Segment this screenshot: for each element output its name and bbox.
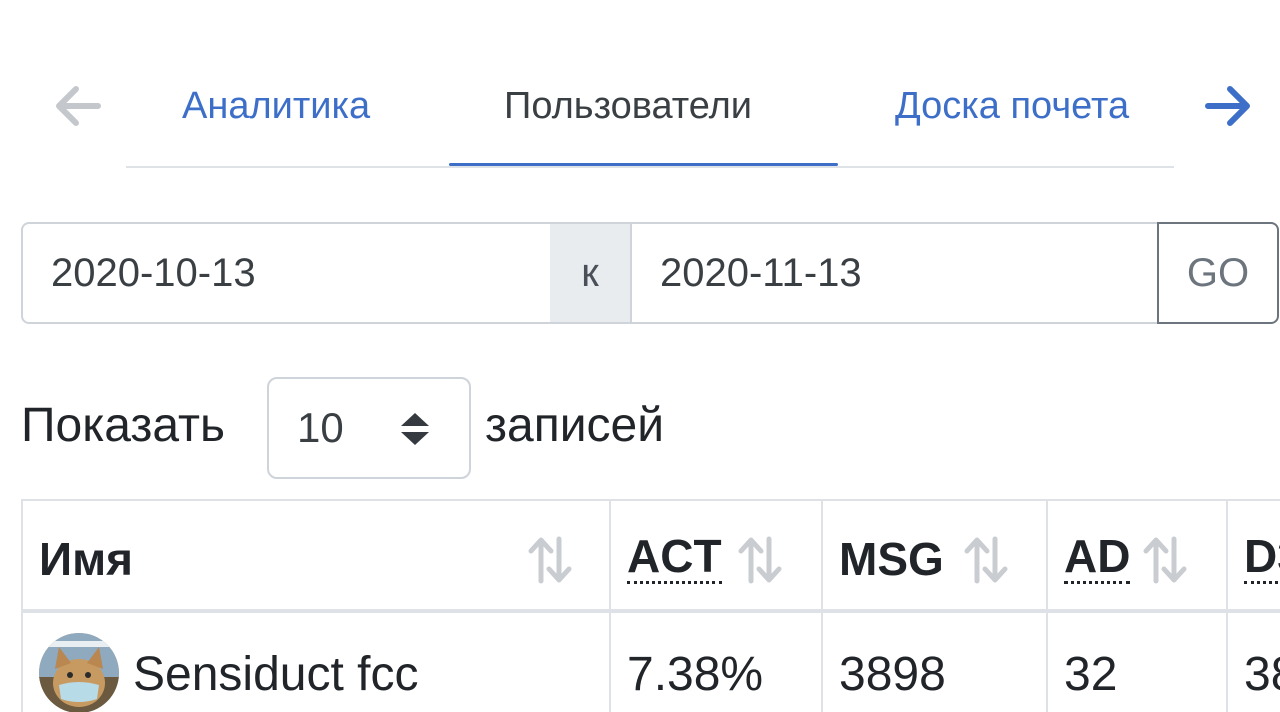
column-header-d3[interactable]: D3 [1226, 499, 1280, 613]
date-range-form: 2020-10-13 к 2020-11-13 GO [21, 222, 1279, 324]
user-name[interactable]: Sensiduct fcc [133, 647, 418, 703]
arrow-right-icon [1205, 86, 1250, 126]
tab-leaderboard[interactable]: Доска почета [895, 80, 1129, 132]
cell-d3: 38 [1226, 613, 1280, 712]
avatar [39, 633, 119, 712]
next-tab-button[interactable] [1202, 82, 1256, 130]
tabs-divider [126, 166, 1174, 168]
date-range-separator: к [550, 222, 630, 324]
select-caret-icon [401, 413, 429, 445]
ad-value: 32 [1064, 648, 1118, 701]
sort-icon [1143, 536, 1187, 584]
cell-msg: 3898 [821, 613, 1046, 712]
page-length-value: 10 [297, 404, 344, 451]
go-button[interactable]: GO [1157, 222, 1279, 324]
column-header-act[interactable]: ACT [609, 499, 821, 613]
tab-analytics[interactable]: Аналитика [182, 80, 370, 132]
cell-ad: 32 [1046, 613, 1226, 712]
active-tab-indicator [449, 163, 838, 166]
d3-value: 38 [1244, 648, 1280, 701]
column-header-ad[interactable]: AD [1046, 499, 1226, 613]
nav-tabs: Аналитика Пользователи Доска почета [0, 60, 1280, 170]
cell-act: 7.38% [609, 613, 821, 712]
column-label: ACT [627, 530, 722, 584]
column-header-name[interactable]: Имя [21, 499, 609, 613]
cell-name: Sensiduct fcc [21, 613, 609, 712]
sort-icon [528, 536, 572, 584]
msg-value: 3898 [839, 648, 946, 701]
column-label: Имя [39, 533, 133, 585]
length-prefix-label: Показать [21, 399, 226, 452]
date-from-input[interactable]: 2020-10-13 [21, 222, 552, 324]
prev-tab-button[interactable] [50, 82, 104, 130]
column-label: D3 [1244, 531, 1280, 584]
sort-icon [964, 536, 1008, 584]
page: Аналитика Пользователи Доска почета 2020… [0, 0, 1280, 712]
column-label: MSG [839, 533, 944, 585]
date-to-input[interactable]: 2020-11-13 [630, 222, 1189, 324]
cat-avatar-icon [39, 633, 119, 712]
arrow-left-icon [56, 86, 101, 126]
column-header-msg[interactable]: MSG [821, 499, 1046, 613]
act-value: 7.38% [627, 648, 764, 701]
sort-icon [738, 536, 782, 584]
tab-users[interactable]: Пользователи [504, 80, 752, 132]
column-label: AD [1064, 530, 1131, 584]
users-table: Имя ACT MSG AD D Sensiduct fcc 7.38% 389… [21, 499, 1280, 712]
length-suffix-label: записей [485, 399, 665, 452]
page-length-select[interactable]: 10 [267, 377, 471, 479]
